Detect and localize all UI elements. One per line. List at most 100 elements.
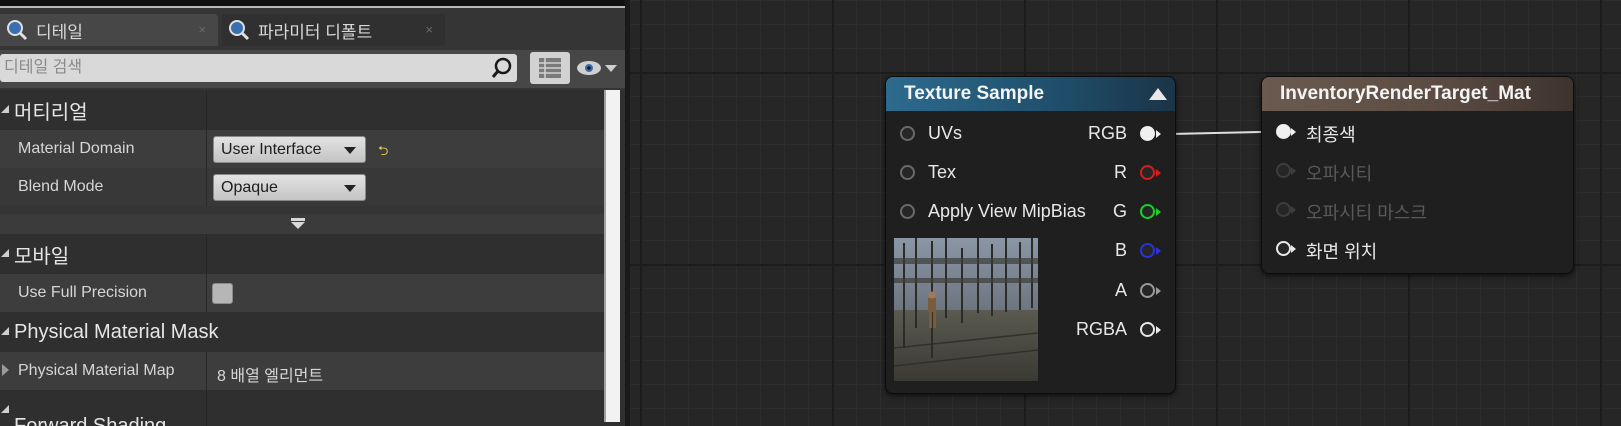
category-label: 머티리얼 [14,101,88,124]
pin-label: Apply View MipBias [928,201,1086,221]
pin-circle-icon[interactable] [1140,283,1155,298]
param-search-icon [229,20,250,41]
property-label: Blend Mode [18,178,104,195]
node-header[interactable]: InventoryRenderTarget_Mat [1262,77,1573,111]
property-row-physical-material-map: Physical Material Map 8 배열 엘리먼트 [0,352,606,390]
pin-circle-icon[interactable] [1276,163,1291,178]
output-pin-rgba[interactable]: RGBA [1071,319,1161,341]
eye-icon [577,61,601,75]
close-icon[interactable]: × [198,22,206,37]
pin-circle-icon[interactable] [1140,204,1155,219]
panel-top-strip [0,0,625,8]
pin-circle-icon[interactable] [900,204,915,219]
pin-label: 최종색 [1306,125,1356,145]
pin-arrow-icon [1156,287,1161,295]
pin-label: RGBA [1075,319,1127,339]
texture-sample-node[interactable]: Texture Sample UVs Tex Apply View MipBia… [885,76,1176,394]
pin-arrow-icon [1156,208,1161,216]
pin-circle-icon[interactable] [900,126,915,141]
dropdown-value: Opaque [221,179,278,196]
pin-label: 화면 위치 [1306,242,1378,262]
search-icon[interactable] [491,57,513,79]
output-pin-rgb[interactable]: RGB [1071,123,1161,145]
reset-to-default-icon[interactable]: ⮌ [378,142,388,164]
blend-mode-dropdown[interactable]: Opaque [213,174,366,201]
pin-circle-icon[interactable] [900,165,915,180]
pin-arrow-icon [1291,206,1296,214]
grid-list-icon [539,58,561,78]
pin-circle-icon[interactable] [1140,322,1155,337]
column-divider [206,390,207,426]
output-pin-b[interactable]: B [1071,240,1161,262]
pin-label: G [1112,201,1127,221]
pin-circle-icon[interactable] [1140,243,1155,258]
pin-arrow-icon [1291,128,1296,136]
pin-circle-icon[interactable] [1276,241,1291,256]
pin-circle-icon[interactable] [1276,124,1291,139]
pin-label: 오파시티 [1306,164,1373,184]
expanded-arrow-icon [1,249,9,257]
collapsed-arrow-icon[interactable] [2,364,9,376]
pin-arrow-icon [1156,130,1161,138]
use-full-precision-checkbox[interactable] [212,283,233,304]
column-divider [206,130,207,168]
pin-arrow-icon [1291,245,1296,253]
close-icon[interactable]: × [425,22,433,37]
property-row-material-domain: Material Domain User Interface ⮌ [0,130,606,168]
chevron-down-icon [344,185,356,192]
pin-arrow-icon [1156,247,1161,255]
node-title: InventoryRenderTarget_Mat [1280,83,1531,104]
output-pin-r[interactable]: R [1071,162,1161,184]
category-material[interactable]: 머티리얼 [0,90,606,130]
node-title: Texture Sample [904,83,1045,104]
property-matrix-button[interactable] [530,52,570,84]
column-divider [206,90,207,130]
column-divider [206,168,207,206]
tab-details[interactable]: 디테일 × [0,14,218,46]
property-row-use-full-precision: Use Full Precision [0,274,606,312]
output-pin-a[interactable]: A [1071,280,1161,302]
pin-arrow-icon [1156,169,1161,177]
category-forward-shading[interactable]: Forward Shading [0,390,606,426]
details-search-icon [7,20,28,41]
property-row-blend-mode: Blend Mode Opaque [0,168,606,206]
node-header[interactable]: Texture Sample [886,77,1175,111]
pin-circle-icon[interactable] [1140,126,1155,141]
expanded-arrow-icon [1,405,9,413]
category-mobile[interactable]: 모바일 [0,234,606,274]
pin-label: RGB [1087,123,1127,143]
view-options-button[interactable] [576,58,622,78]
tab-param-label: 파라미터 디폴트 [258,22,373,42]
tab-parameter-defaults[interactable]: 파라미터 디폴트 × [222,14,445,46]
search-row [0,50,625,88]
property-label: Material Domain [18,140,135,157]
column-divider [206,352,207,390]
array-count-value: 8 배열 엘리먼트 [217,368,324,385]
property-label: Use Full Precision [18,284,147,301]
property-tree: 머티리얼 Material Domain User Interface ⮌ Bl… [0,90,606,426]
search-box [0,54,517,82]
category-label: Physical Material Mask [14,320,219,343]
pin-arrow-icon [1156,326,1161,334]
scrollbar-thumb[interactable] [604,90,620,422]
category-label: 모바일 [14,245,70,268]
texture-preview-image [894,238,1038,381]
pin-circle-icon[interactable] [1276,202,1291,217]
category-physical-material-mask[interactable]: Physical Material Mask [0,312,606,352]
output-pin-g[interactable]: G [1071,201,1161,223]
pin-label: B [1114,240,1127,260]
material-domain-dropdown[interactable]: User Interface [213,136,366,163]
chevron-down-icon [605,65,617,72]
pin-circle-icon[interactable] [1140,165,1155,180]
pin-label: UVs [928,123,963,143]
pin-label: Tex [928,162,957,182]
pin-label: R [1114,162,1127,182]
material-result-node[interactable]: InventoryRenderTarget_Mat 최종색 오파시티 오파시티 … [1261,76,1574,274]
search-input[interactable] [4,56,484,80]
advanced-expander[interactable] [0,214,606,234]
collapse-triangle-icon[interactable] [1149,88,1167,100]
expanded-arrow-icon [1,105,9,113]
details-panel: 디테일 × 파라미터 디폴트 × 디테일 검색 머티리얼 Material Do… [0,0,625,426]
tab-details-label: 디테일 [36,22,83,42]
editor-root: 디테일 × 파라미터 디폴트 × 디테일 검색 머티리얼 Material Do… [0,0,1621,426]
